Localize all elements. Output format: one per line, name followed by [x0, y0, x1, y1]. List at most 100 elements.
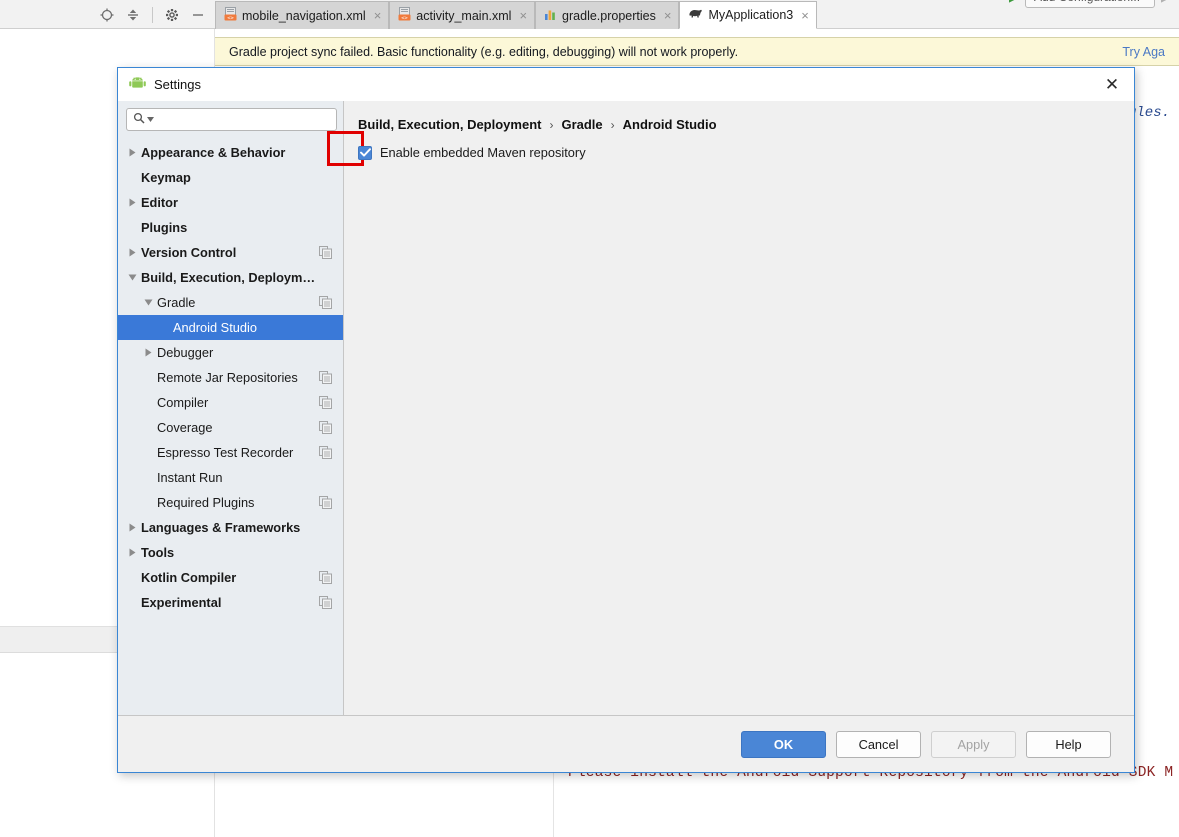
- chevron-right-icon[interactable]: [126, 522, 138, 534]
- settings-tree-item-label: Coverage: [157, 420, 213, 435]
- copy-settings-icon: [319, 196, 332, 209]
- chevron-down-icon[interactable]: [142, 297, 154, 309]
- copy-settings-icon: [319, 346, 332, 359]
- chevron-right-icon[interactable]: [142, 347, 154, 359]
- copy-settings-icon[interactable]: [319, 496, 332, 509]
- settings-tree-item-gradle[interactable]: Gradle: [118, 290, 343, 315]
- copy-settings-icon[interactable]: [319, 396, 332, 409]
- svg-text:<>: <>: [227, 15, 234, 21]
- editor-tab-label: gradle.properties: [562, 8, 656, 23]
- dialog-footer: OK Cancel Apply Help: [118, 715, 1134, 772]
- editor-tab-myapplication3[interactable]: MyApplication3 ×: [679, 1, 817, 29]
- copy-settings-icon[interactable]: [319, 421, 332, 434]
- close-icon[interactable]: ×: [374, 8, 382, 23]
- run-disabled-icon: ▶: [1161, 0, 1171, 5]
- copy-settings-icon[interactable]: [319, 596, 332, 609]
- settings-tree-item-tools[interactable]: Tools: [118, 540, 343, 565]
- settings-tree-item-experimental[interactable]: Experimental: [118, 590, 343, 615]
- close-icon[interactable]: ×: [519, 8, 527, 23]
- settings-tree-item-espresso-test-recorder[interactable]: Espresso Test Recorder: [118, 440, 343, 465]
- close-icon[interactable]: ×: [801, 8, 809, 23]
- settings-tree-item-label: Required Plugins: [157, 495, 255, 510]
- settings-gear-icon[interactable]: [160, 3, 184, 27]
- add-configuration-selector[interactable]: Add Configuration...: [1025, 0, 1155, 8]
- settings-tree-item-keymap[interactable]: Keymap: [118, 165, 343, 190]
- chevron-down-icon[interactable]: [126, 272, 138, 284]
- help-button[interactable]: Help: [1026, 730, 1111, 758]
- search-box[interactable]: [126, 108, 337, 131]
- cancel-button[interactable]: Cancel: [836, 730, 921, 758]
- editor-tab-activity-main[interactable]: <> activity_main.xml ×: [389, 1, 536, 29]
- settings-tree-item-compiler[interactable]: Compiler: [118, 390, 343, 415]
- chevron-down-icon[interactable]: [147, 115, 154, 124]
- copy-settings-icon[interactable]: [319, 571, 332, 584]
- add-configuration-label: Add Configuration...: [1034, 0, 1140, 4]
- chevron-right-icon[interactable]: [126, 197, 138, 209]
- editor-tab-label: mobile_navigation.xml: [242, 8, 366, 23]
- settings-tree-item-kotlin-compiler[interactable]: Kotlin Compiler: [118, 565, 343, 590]
- editor-tab-gradle-properties[interactable]: gradle.properties ×: [535, 1, 680, 29]
- editor-tab-label: MyApplication3: [708, 8, 794, 22]
- chevron-right-icon[interactable]: [126, 247, 138, 259]
- close-icon[interactable]: ×: [664, 8, 672, 23]
- settings-tree-item-label: Editor: [141, 195, 178, 210]
- settings-tree-item-required-plugins[interactable]: Required Plugins: [118, 490, 343, 515]
- settings-tree-item-label: Plugins: [141, 220, 188, 235]
- enable-embedded-maven-row[interactable]: Enable embedded Maven repository: [327, 131, 1134, 166]
- editor-tab-mobile-navigation[interactable]: <> mobile_navigation.xml ×: [215, 1, 390, 29]
- settings-tree-item-android-studio[interactable]: Android Studio: [118, 315, 343, 340]
- settings-tree-item-label: Espresso Test Recorder: [157, 445, 294, 460]
- search-container: [118, 101, 343, 139]
- chevron-right-icon[interactable]: [126, 147, 138, 159]
- settings-tree-item-appearance-behavior[interactable]: Appearance & Behavior: [118, 140, 343, 165]
- settings-tree-item-debugger[interactable]: Debugger: [118, 340, 343, 365]
- minimize-icon[interactable]: [186, 3, 210, 27]
- enable-embedded-maven-checkbox[interactable]: [358, 145, 372, 160]
- settings-tree-item-label: Compiler: [157, 395, 209, 410]
- notification-message: Gradle project sync failed. Basic functi…: [229, 44, 739, 59]
- settings-tree-item-label: Experimental: [141, 595, 222, 610]
- settings-tree-item-instant-run[interactable]: Instant Run: [118, 465, 343, 490]
- copy-settings-icon[interactable]: [319, 446, 332, 459]
- settings-tree[interactable]: Appearance & Behavior Keymap Editor Plugins…: [118, 139, 343, 715]
- settings-tree-item-plugins[interactable]: Plugins: [118, 215, 343, 240]
- xml-layout-file-icon: <>: [398, 7, 411, 24]
- settings-tree-item-remote-jar-repositories[interactable]: Remote Jar Repositories: [118, 365, 343, 390]
- locate-icon[interactable]: [95, 3, 119, 27]
- search-icon: [133, 112, 145, 127]
- toolwindow-icon-group: [95, 0, 210, 29]
- copy-settings-icon: [319, 146, 332, 159]
- settings-tree-item-label: Debugger: [157, 345, 214, 360]
- try-again-link[interactable]: Try Aga: [1122, 45, 1165, 59]
- settings-tree-item-coverage[interactable]: Coverage: [118, 415, 343, 440]
- collapse-all-icon[interactable]: [121, 3, 145, 27]
- search-input[interactable]: [156, 111, 330, 128]
- settings-tree-item-build-execution-deployment[interactable]: Build, Execution, Deployment: [118, 265, 343, 290]
- settings-tree-panel: Appearance & Behavior Keymap Editor Plugins…: [118, 101, 344, 715]
- svg-text:<>: <>: [402, 15, 409, 21]
- breadcrumb-separator: ›: [610, 117, 615, 132]
- apply-button: Apply: [931, 730, 1016, 758]
- copy-settings-icon[interactable]: [319, 246, 332, 259]
- run-icon[interactable]: ▶: [1009, 0, 1019, 5]
- copy-settings-icon[interactable]: [319, 371, 332, 384]
- ok-button[interactable]: OK: [741, 730, 826, 758]
- copy-settings-icon: [319, 321, 332, 334]
- breadcrumb-segment: Gradle: [561, 117, 603, 132]
- copy-settings-icon[interactable]: [319, 296, 332, 309]
- close-icon[interactable]: ✕: [1090, 68, 1134, 101]
- settings-tree-item-label: Appearance & Behavior: [141, 145, 286, 160]
- settings-tree-item-version-control[interactable]: Version Control: [118, 240, 343, 265]
- settings-tree-item-editor[interactable]: Editor: [118, 190, 343, 215]
- settings-tree-item-label: Android Studio: [173, 320, 257, 335]
- settings-tree-item-languages-frameworks[interactable]: Languages & Frameworks: [118, 515, 343, 540]
- settings-tree-item-label: Languages & Frameworks: [141, 520, 301, 535]
- chevron-right-icon[interactable]: [126, 547, 138, 559]
- copy-settings-icon: [319, 471, 332, 484]
